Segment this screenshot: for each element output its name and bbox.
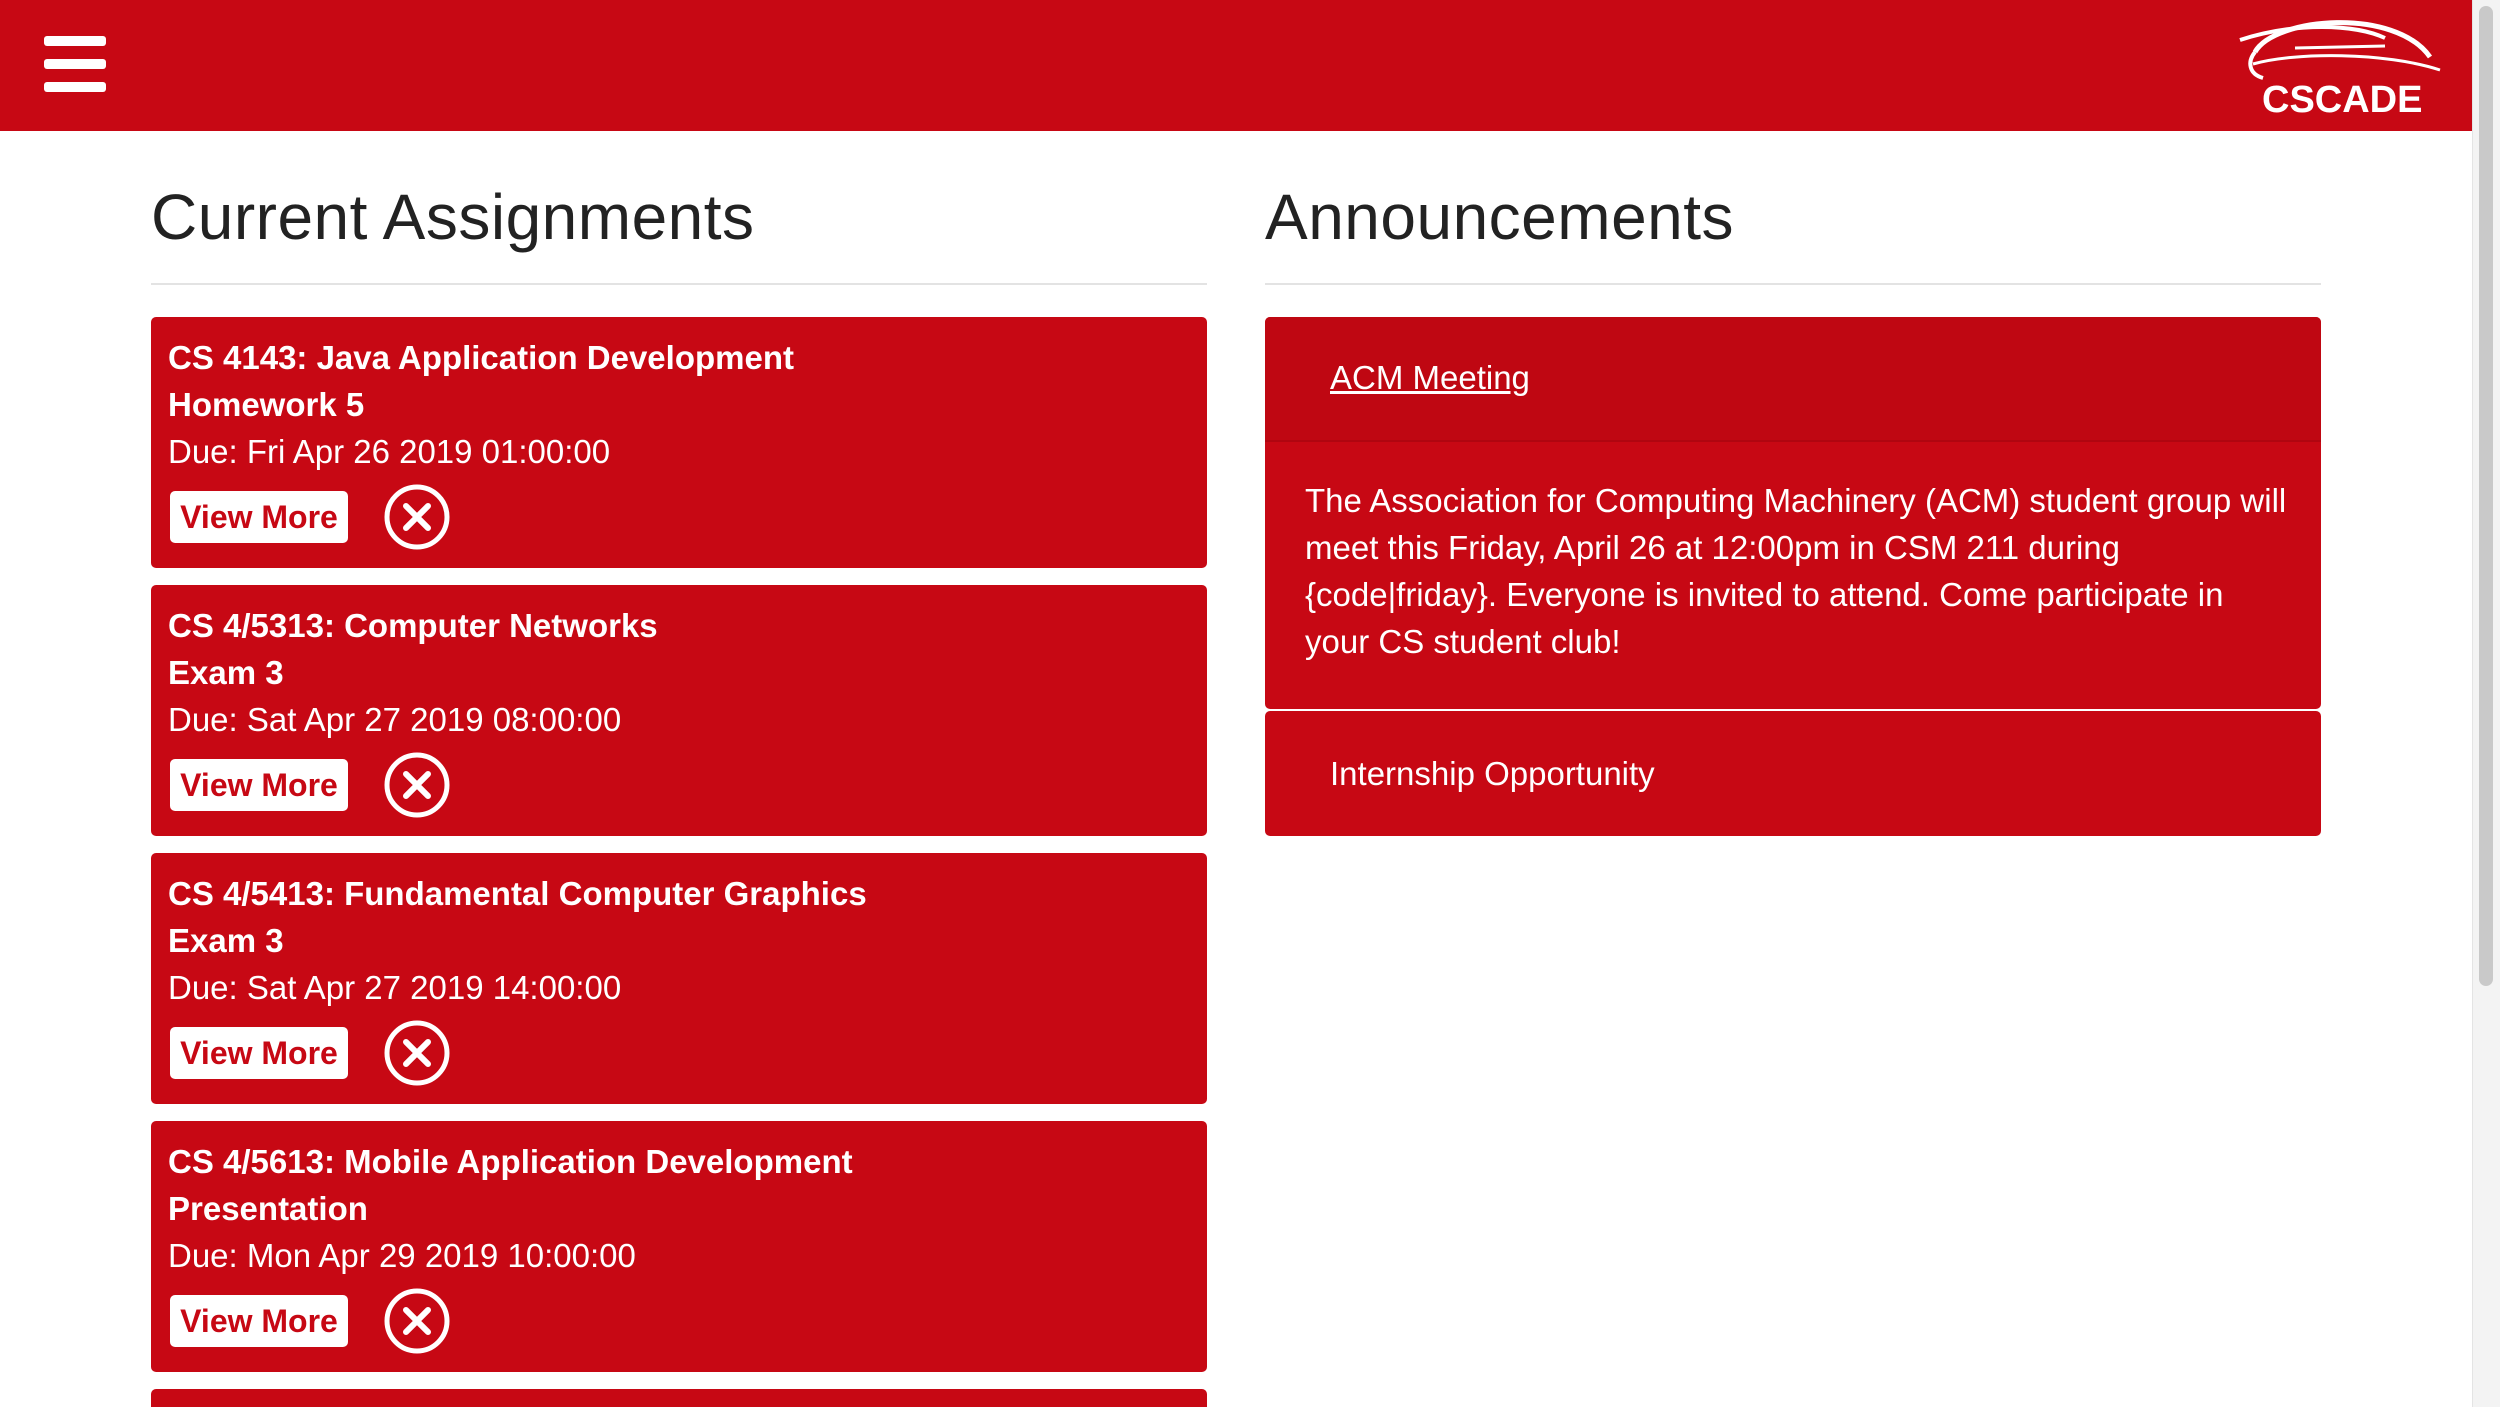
assignment-card: CS 4/5613: Mobile Application Developmen… (151, 1121, 1207, 1372)
announcement-body: The Association for Computing Machinery … (1305, 482, 2287, 660)
assignment-due: Due: Fri Apr 26 2019 01:00:00 (168, 433, 611, 470)
assignment-course: CS 4/5413: Fundamental Computer Graphics (168, 875, 867, 912)
assignment-name: Presentation (168, 1190, 368, 1227)
remove-assignment-icon[interactable] (383, 483, 451, 551)
scrollbar-thumb[interactable] (2479, 6, 2493, 986)
assignment-card: CS 4/5313: Computer Networks Exam 3 Due:… (151, 585, 1207, 836)
assignment-due: Due: Sat Apr 27 2019 14:00:00 (168, 969, 622, 1006)
announcement-card[interactable]: Internship Opportunity (1265, 711, 2321, 836)
assignment-card: CS 4/5413: Fundamental Computer Graphics… (151, 853, 1207, 1104)
logo-text: CSCADE (2262, 79, 2422, 121)
assignment-name: Homework 5 (168, 386, 365, 423)
announcement-card: ACM Meeting The Association for Computin… (1265, 317, 2321, 709)
assignments-title: Current Assignments (151, 181, 755, 253)
assignment-name: Exam 3 (168, 922, 284, 959)
remove-assignment-icon[interactable] (383, 751, 451, 819)
announcement-title-link[interactable]: ACM Meeting (1330, 359, 1530, 397)
remove-assignment-icon[interactable] (383, 1287, 451, 1355)
hamburger-line (44, 36, 106, 46)
assignments-divider (151, 283, 1207, 285)
assignment-course: CS 4143: Java Application Development (168, 339, 794, 376)
view-more-button[interactable]: View More (170, 1295, 348, 1347)
hamburger-line (44, 59, 106, 69)
hamburger-line (44, 82, 106, 92)
assignment-due: Due: Mon Apr 29 2019 10:00:00 (168, 1237, 636, 1274)
hamburger-menu-icon[interactable] (44, 36, 106, 92)
top-navbar: CSCADE (0, 0, 2472, 131)
assignment-course: CS 4/5613: Mobile Application Developmen… (168, 1143, 853, 1180)
view-more-button[interactable]: View More (170, 1027, 348, 1079)
remove-assignment-icon[interactable] (383, 1019, 451, 1087)
assignment-course: CS 4/5313: Computer Networks (168, 607, 658, 644)
announcements-divider (1265, 283, 2321, 285)
announcement-header: ACM Meeting (1265, 317, 2321, 442)
cscade-logo[interactable]: CSCADE (2235, 12, 2445, 122)
announcements-title: Announcements (1265, 181, 1735, 253)
assignment-due: Due: Sat Apr 27 2019 08:00:00 (168, 701, 622, 738)
assignment-card: CS 4143: Java Application Development Ho… (151, 317, 1207, 568)
view-more-button[interactable]: View More (170, 491, 348, 543)
assignment-name: Exam 3 (168, 654, 284, 691)
announcement-title[interactable]: Internship Opportunity (1330, 755, 1655, 793)
view-more-button[interactable]: View More (170, 759, 348, 811)
assignment-card (151, 1389, 1207, 1407)
